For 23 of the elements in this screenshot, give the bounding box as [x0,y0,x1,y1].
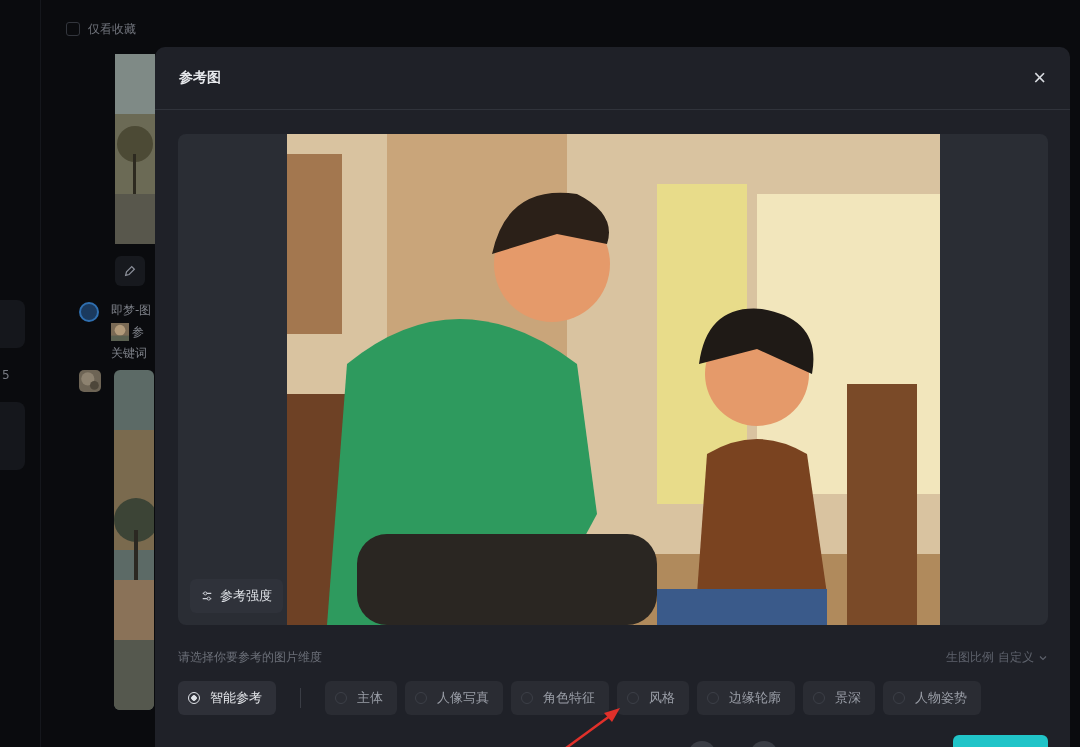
option-chip[interactable]: 人像写真 [405,681,503,715]
reference-strength-button[interactable]: 参考强度 [190,579,283,613]
filter-label[interactable]: 仅看收藏 [88,20,136,38]
option-chip[interactable]: 人物姿势 [883,681,981,715]
pencil-icon [123,264,137,278]
close-button[interactable]: × [1033,65,1046,91]
option-chip[interactable]: 边缘轮廓 [697,681,795,715]
option-chip[interactable]: 角色特征 [511,681,609,715]
option-chip[interactable]: 智能参考 [178,681,276,715]
dialog-title: 参考图 [179,69,221,87]
option-chip[interactable]: 风格 [617,681,689,715]
checkbox[interactable] [66,22,80,36]
keyword-text: 关键词 [111,345,148,362]
reference-text: 参 [132,323,144,341]
logo-icon [79,302,99,322]
option-chip[interactable]: 主体 [325,681,397,715]
option-chip[interactable]: 景深 [803,681,875,715]
sliders-icon [201,590,213,602]
radio-icon [188,692,200,704]
feed-title: 即梦-图 [111,302,151,319]
counter-text: 5 [1,368,11,382]
prompt-text: 请选择你要参考的图片维度 [178,649,322,666]
edit-button[interactable] [115,256,145,286]
